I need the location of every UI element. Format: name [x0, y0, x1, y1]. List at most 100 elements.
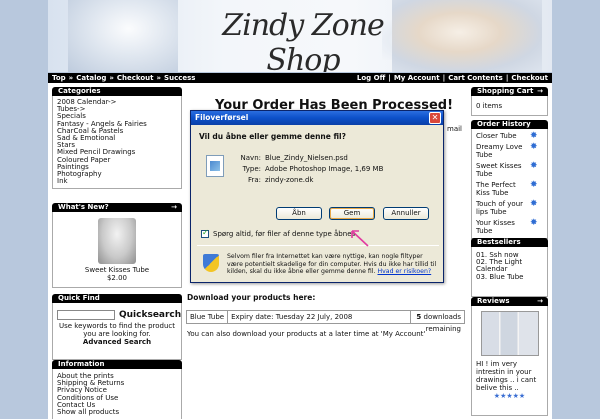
save-button[interactable]: Gem — [329, 207, 375, 220]
categories-list: 2008 Calendar-> Tubes-> Specials Fantasy - … — [52, 96, 182, 190]
order-history-item[interactable]: Closer Tube ✸ — [476, 132, 543, 141]
logoff-link[interactable]: Log Off — [357, 74, 385, 82]
download-remaining-label: downloads remaining — [423, 313, 462, 333]
search-input[interactable] — [57, 310, 115, 320]
reviews-title[interactable]: Reviews — [477, 297, 509, 305]
breadcrumb-checkout[interactable]: Checkout — [117, 74, 154, 82]
category-link[interactable]: Sad & Emotional — [57, 134, 177, 142]
information-list: About the prints Shipping & Returns Privac… — [52, 369, 182, 419]
file-source-value: zindy-zone.dk — [265, 176, 314, 184]
whats-new-product-image[interactable] — [98, 218, 136, 264]
whats-new-product-name[interactable]: Sweet Kisses Tube — [57, 266, 177, 274]
download-row: Blue Tube Expiry date: Tuesday 22 July, … — [186, 310, 465, 333]
pink-arrow-annotation — [351, 230, 369, 247]
information-title: Information — [52, 360, 182, 369]
categories-box: Categories 2008 Calendar-> Tubes-> Special… — [52, 87, 182, 190]
file-type-icon — [206, 155, 224, 177]
site-logo[interactable]: Zindy Zone Shop — [193, 8, 413, 72]
file-download-dialog: Filoverførsel ✕ Vil du åbne eller gemme … — [190, 110, 444, 283]
shopping-cart-content: 0 items — [471, 96, 548, 116]
quicksearch-button[interactable]: Quicksearch — [119, 310, 181, 320]
shopping-cart-box: Shopping Cart → 0 items — [471, 87, 548, 116]
category-link[interactable]: Ink — [57, 178, 177, 185]
open-button[interactable]: Åbn — [276, 207, 322, 220]
order-history-item[interactable]: Sweet Kisses Tube ✸ — [476, 162, 543, 179]
download-title: Download your products here: — [187, 293, 316, 302]
top-navbar: Top» Catalog» Checkout» Success Log Off | My … — [48, 73, 552, 83]
dialog-close-button[interactable]: ✕ — [429, 112, 441, 124]
file-type-value: Adobe Photoshop Image, 1,69 MB — [265, 165, 384, 173]
whats-new-title: What's New? — [58, 203, 109, 211]
order-history-item[interactable]: Your Kisses Tube ✸ — [476, 219, 543, 236]
shopping-cart-title[interactable]: Shopping Cart — [477, 87, 533, 95]
review-rating-stars: ★★★★★ — [493, 392, 526, 400]
reviews-box: Reviews → HI ! im very intrestin in your … — [471, 297, 548, 416]
download-expiry: Expiry date: Tuesday 22 July, 2008 — [228, 311, 412, 323]
confirmation-text-fragment: mail — [447, 125, 462, 133]
bestsellers-box: Bestsellers 01. Ssh now 02. The Light Cal… — [471, 238, 548, 297]
risk-info-link[interactable]: Hvad er risikoen? — [377, 268, 431, 275]
order-again-icon[interactable]: ✸ — [530, 143, 539, 152]
security-warning: Selvom filer fra Internettet kan være ny… — [227, 253, 437, 276]
bestseller-link[interactable]: 03. Blue Tube — [476, 273, 543, 281]
information-link[interactable]: Show all products — [57, 408, 177, 416]
always-ask-label[interactable]: Spørg altid, før filer af denne type åbn… — [213, 230, 355, 238]
order-again-icon[interactable]: ✸ — [530, 132, 539, 141]
dialog-question: Vil du åbne eller gemme denne fil? — [199, 132, 346, 141]
order-again-icon[interactable]: ✸ — [530, 181, 539, 190]
order-history-item-label[interactable]: The Perfect Kiss Tube — [476, 181, 516, 197]
quick-find-title: Quick Find — [52, 294, 182, 303]
cancel-button[interactable]: Annuller — [383, 207, 429, 220]
cart-contents-link[interactable]: Cart Contents — [448, 74, 503, 82]
account-links: Log Off | My Account | Cart Contents | Checkou… — [356, 74, 548, 82]
order-history-title: Order History — [471, 120, 548, 129]
category-link[interactable]: Photography — [57, 170, 177, 178]
breadcrumb-catalog[interactable]: Catalog — [76, 74, 106, 82]
site-header: Zindy Zone Shop — [48, 0, 552, 72]
order-history-item-label[interactable]: Touch of your lips Tube — [476, 200, 523, 216]
header-left-artwork — [68, 0, 178, 72]
order-history-item-label[interactable]: Dreamy Love Tube — [476, 143, 522, 159]
order-history-item[interactable]: Touch of your lips Tube ✸ — [476, 200, 543, 217]
breadcrumb-top[interactable]: Top — [52, 74, 66, 82]
categories-title: Categories — [52, 87, 182, 96]
always-ask-checkbox[interactable] — [201, 228, 209, 238]
order-history-item-label[interactable]: Sweet Kisses Tube — [476, 162, 522, 178]
bestseller-link[interactable]: 02. The Light Calendar — [476, 258, 543, 273]
order-again-icon[interactable]: ✸ — [530, 200, 539, 209]
order-again-icon[interactable]: ✸ — [530, 162, 539, 171]
shopping-cart-arrow-icon[interactable]: → — [537, 87, 543, 96]
order-history-box: Order History Closer Tube ✸ Dreamy Love Tu… — [471, 120, 548, 239]
file-name-value: Blue_Zindy_Nielsen.psd — [265, 154, 348, 162]
quick-find-hint: Use keywords to find the product you are… — [58, 322, 176, 338]
file-type-label: Type: — [242, 165, 261, 173]
download-product-link[interactable]: Blue Tube — [187, 311, 229, 323]
bestsellers-title: Bestsellers — [471, 238, 548, 247]
checkout-link[interactable]: Checkout — [511, 74, 548, 82]
breadcrumb-success[interactable]: Success — [164, 74, 195, 82]
whats-new-arrow-icon[interactable]: → — [171, 203, 177, 212]
advanced-search-link[interactable]: Advanced Search — [57, 338, 177, 346]
my-account-link[interactable]: My Account — [394, 74, 440, 82]
order-history-item[interactable]: Dreamy Love Tube ✸ — [476, 143, 543, 160]
whats-new-box: What's New? → Sweet Kisses Tube $2.00 — [52, 203, 182, 288]
header-right-artwork — [392, 0, 542, 72]
order-again-icon[interactable]: ✸ — [530, 219, 539, 228]
download-note: You can also download your products at a… — [187, 330, 426, 338]
review-text[interactable]: HI ! im very intrestin in your drawings … — [476, 360, 543, 392]
order-history-list: Closer Tube ✸ Dreamy Love Tube ✸ Sweet Kisse… — [471, 129, 548, 239]
quick-find-box: Quick Find Quicksearch Use keywords to f… — [52, 294, 182, 360]
file-info: Navn: Blue_Zindy_Nielsen.psd Type: Adobe P… — [233, 153, 384, 186]
reviews-arrow-icon[interactable]: → — [537, 297, 543, 306]
download-remaining-count: 5 — [416, 313, 422, 321]
order-history-item-label[interactable]: Your Kisses Tube — [476, 219, 515, 235]
download-remaining: 5 downloads remaining — [411, 311, 464, 333]
dialog-divider — [197, 245, 439, 246]
order-history-item[interactable]: The Perfect Kiss Tube ✸ — [476, 181, 543, 198]
file-source-label: Fra: — [247, 176, 261, 184]
whats-new-product-price: $2.00 — [106, 274, 128, 282]
review-product-image[interactable] — [480, 311, 539, 356]
order-history-item-label[interactable]: Closer Tube — [476, 132, 517, 140]
information-box: Information About the prints Shipping & R… — [52, 360, 182, 419]
security-shield-icon — [203, 254, 219, 272]
